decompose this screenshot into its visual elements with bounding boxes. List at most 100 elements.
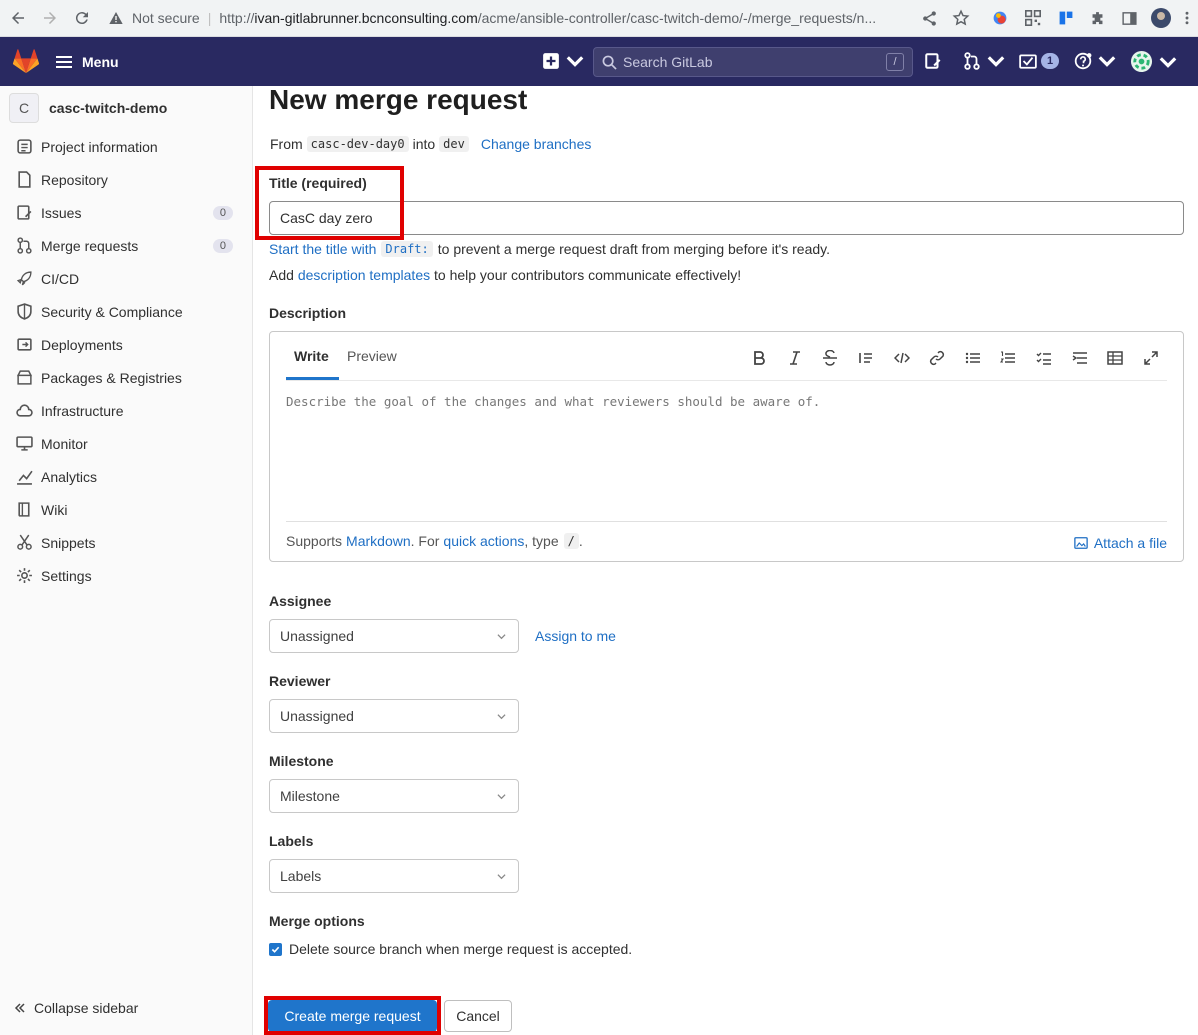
browser-menu-icon[interactable] [1176,7,1198,29]
reload-icon[interactable] [68,4,96,32]
chevron-down-icon [1159,56,1177,68]
sidebar-item-label: Monitor [41,435,88,452]
sidebar-item-label: Settings [41,567,92,584]
gitlab-logo-icon[interactable] [12,48,40,74]
user-menu-dropdown[interactable] [1130,50,1177,73]
new-item-dropdown[interactable] [542,52,584,70]
templates-hint: Add description templates to help your c… [269,267,741,283]
merge-requests-nav-dropdown[interactable] [963,52,1005,70]
todos-button[interactable]: 1 [1019,52,1060,70]
bullet-list-icon[interactable] [963,348,983,368]
title-input[interactable]: CasC day zero [269,201,1184,235]
sidebar-item-snippets[interactable]: Snippets [0,526,253,559]
gitlab-topbar: Menu Search GitLab / 1 [0,37,1198,86]
profile-avatar-icon[interactable] [1150,7,1172,29]
sidebar-item-security-compliance[interactable]: Security & Compliance [0,295,253,328]
sidebar-item-issues[interactable]: Issues 0 [0,196,253,229]
chevron-down-icon [566,56,584,67]
sidebar-item-wiki[interactable]: Wiki [0,493,253,526]
project-avatar: C [9,93,39,123]
markdown-link[interactable]: Markdown [346,533,411,549]
table-icon[interactable] [1105,348,1125,368]
tab-preview[interactable]: Preview [347,348,397,364]
search-input[interactable]: Search GitLab / [593,47,913,77]
sidebar-item-label: Packages & Registries [41,369,182,386]
sidebar-item-deployments[interactable]: Deployments [0,328,253,361]
collapse-sidebar-label: Collapse sidebar [34,1000,139,1016]
forward-icon[interactable] [36,4,64,32]
supports-text: Supports [286,533,343,549]
search-icon [602,55,617,70]
tab-write[interactable]: Write [294,348,329,364]
plus-square-icon [543,53,559,69]
menu-button[interactable]: Menu [56,47,119,77]
source-branch: casc-dev-day0 [306,136,409,152]
reviewer-dropdown[interactable]: Unassigned [269,699,519,733]
sidebar-item-label: Merge requests [41,237,139,254]
description-templates-link[interactable]: description templates [298,267,430,283]
side-panel-icon[interactable] [1118,7,1140,29]
sidebar-item-infrastructure[interactable]: Infrastructure [0,394,253,427]
fullscreen-icon[interactable] [1141,348,1161,368]
sidebar-item-settings[interactable]: Settings [0,559,253,592]
assignee-dropdown[interactable]: Unassigned [269,619,519,653]
description-textarea[interactable]: Describe the goal of the changes and wha… [286,388,1167,520]
sidebar-item-packages-registries[interactable]: Packages & Registries [0,361,253,394]
bold-icon[interactable] [749,348,769,368]
quick-actions-link[interactable]: quick actions [443,533,524,549]
extension-color-icon[interactable] [989,7,1011,29]
sidebar-item-ci-cd[interactable]: CI/CD [0,262,253,295]
attach-file-label: Attach a file [1093,535,1167,551]
project-header[interactable]: C casc-twitch-demo [9,92,167,124]
sidebar-item-repository[interactable]: Repository [0,163,253,196]
cancel-button[interactable]: Cancel [444,1000,512,1032]
title-highlight-box [255,166,404,240]
qr-code-icon[interactable] [1022,7,1044,29]
italic-icon[interactable] [785,348,805,368]
sidebar-item-label: Repository [41,171,108,188]
change-branches-link[interactable]: Change branches [481,136,592,152]
sidebar-item-merge-requests[interactable]: Merge requests 0 [0,229,253,262]
double-chevron-left-icon [14,1003,25,1013]
back-icon[interactable] [4,4,32,32]
page-title: New merge request [269,84,528,115]
code-icon[interactable] [892,348,912,368]
delete-branch-checkbox[interactable] [269,942,282,956]
share-icon[interactable] [918,7,940,29]
bookmark-star-icon[interactable] [950,7,972,29]
sidebar-item-analytics[interactable]: Analytics [0,460,253,493]
attach-file-button[interactable]: Attach a file [1074,535,1167,551]
sidebar-item-project-information[interactable]: Project information [0,130,253,163]
draft-hint-link[interactable]: Start the title with [269,241,376,257]
numbered-list-icon[interactable] [998,348,1018,368]
merge-request-icon [964,52,980,70]
help-icon [1074,52,1092,70]
delete-branch-label: Delete source branch when merge request … [289,941,633,957]
draft-hint: Start the title with Draft: to prevent a… [269,241,830,257]
link-icon[interactable] [927,348,947,368]
labels-dropdown[interactable]: Labels [269,859,519,893]
issues-nav-icon[interactable] [924,52,942,70]
quote-icon[interactable] [856,348,876,368]
puzzle-icon[interactable] [1086,7,1108,29]
chevron-down-icon [497,714,506,720]
address-bar[interactable]: Not secure | http://ivan-gitlabrunner.bc… [108,4,978,32]
help-dropdown[interactable] [1074,52,1116,70]
collapse-sidebar-button[interactable]: Collapse sidebar [14,1000,138,1016]
sidebar-item-label: Issues [41,204,82,221]
sidebar-item-monitor[interactable]: Monitor [0,427,253,460]
collapsible-section-icon[interactable] [1070,348,1090,368]
target-branch: dev [439,136,469,152]
project-name: casc-twitch-demo [49,100,168,116]
milestone-dropdown[interactable]: Milestone [269,779,519,813]
description-label: Description [269,305,347,321]
image-icon [1074,537,1088,549]
task-list-icon[interactable] [1034,348,1054,368]
extension-blue-icon[interactable] [1055,7,1077,29]
merge-requests-count-badge: 0 [212,238,233,253]
sidebar-item-label: CI/CD [41,270,80,287]
draft-code: Draft: [381,241,433,257]
assignee-value: Unassigned [280,628,354,644]
strikethrough-icon[interactable] [820,348,840,368]
assign-to-me-link[interactable]: Assign to me [535,628,616,644]
